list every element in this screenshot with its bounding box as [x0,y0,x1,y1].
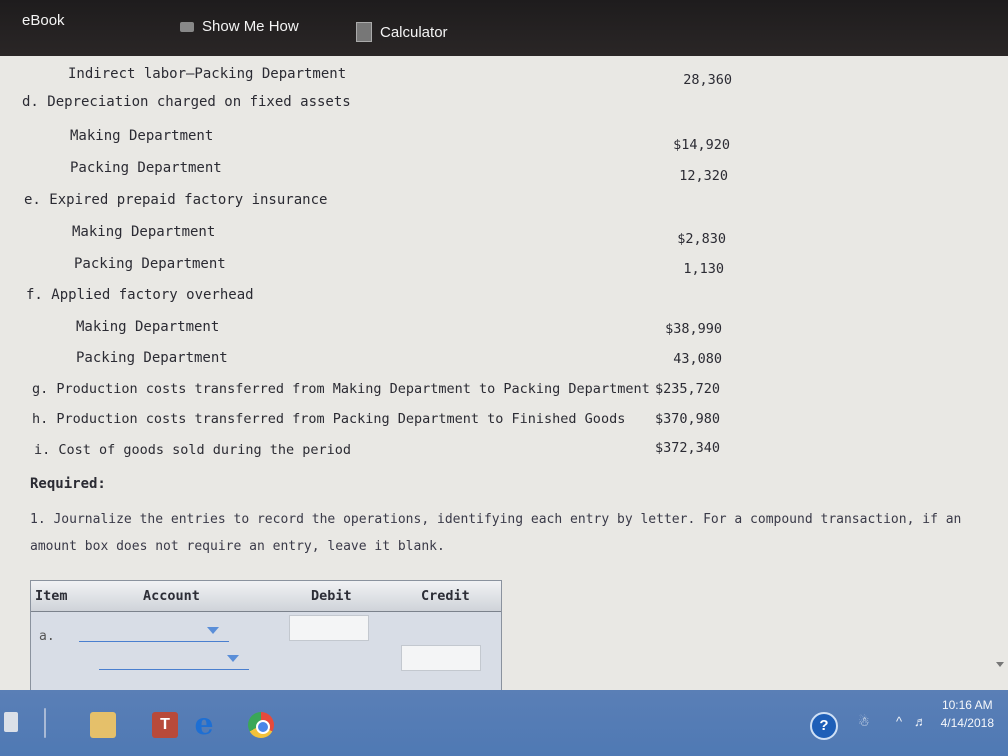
credit-input[interactable] [401,645,481,671]
line-amount: $2,830 [677,231,726,247]
journal-header: Item Account Debit Credit [31,581,501,612]
people-icon[interactable]: ☃ [858,714,870,730]
line-label: h. Production costs transferred from Pac… [32,411,626,427]
line-label: f. Applied factory overhead [26,287,254,303]
line-amount: $14,920 [673,137,730,153]
calculator-link[interactable]: Calculator [356,22,448,42]
line-amount: $38,990 [665,321,722,337]
header-account: Account [143,588,200,604]
ebook-label: eBook [22,12,65,29]
problem-content: Indirect labor—Packing Department 28,360… [0,56,1008,692]
chevron-down-icon [207,627,219,634]
os-taskbar: T e ? ☃ ^ ♬ 10:16 AM 4/14/2018 [0,690,1008,756]
edge-browser-icon[interactable]: e [190,710,218,740]
calculator-icon [356,22,372,42]
help-icon[interactable]: ? [810,712,838,740]
account-dropdown[interactable] [99,651,249,670]
required-heading: Required: [30,476,106,492]
header-credit: Credit [421,588,470,604]
line-label: Packing Department [76,350,228,366]
instruction-text: 1. Journalize the entries to record the … [30,512,962,554]
system-clock[interactable]: 10:16 AM 4/14/2018 [941,696,994,732]
line-label: Making Department [72,224,216,240]
line-label: g. Production costs transferred from Mak… [32,381,650,397]
chrome-browser-icon[interactable] [248,712,274,738]
clock-time: 10:16 AM [941,698,993,712]
header-item: Item [35,588,68,604]
line-label: e. Expired prepaid factory insurance [24,192,328,208]
calculator-label: Calculator [380,23,448,41]
scroll-down-arrow[interactable] [996,662,1004,667]
line-label: d. Depreciation charged on fixed assets [22,94,351,110]
line-amount: 1,130 [683,261,724,277]
show-me-how-label: Show Me How [202,18,299,35]
ebook-link[interactable]: eBook [22,12,65,29]
line-amount: 28,360 [683,72,732,88]
top-toolbar: eBook Show Me How Calculator [0,0,1008,56]
show-me-how-link[interactable]: Show Me How [180,18,299,35]
line-amount: $372,340 [654,440,720,456]
line-label: Making Department [70,128,214,144]
line-label: i. Cost of goods sold during the period [34,442,351,458]
line-label: Indirect labor—Packing Department [68,66,347,82]
chevron-down-icon [227,655,239,662]
line-amount: $235,720 [654,381,720,397]
debit-input[interactable] [289,615,369,641]
video-icon [180,21,194,32]
file-explorer-icon[interactable] [90,712,116,738]
t-app-icon[interactable]: T [152,712,178,738]
chevron-up-icon[interactable]: ^ [896,714,902,729]
header-debit: Debit [311,588,352,604]
line-label: Packing Department [74,256,226,272]
account-dropdown[interactable] [79,623,229,642]
line-label: Packing Department [70,160,222,176]
journal-table: Item Account Debit Credit a. [30,580,502,692]
line-amount: 12,320 [679,168,728,184]
line-amount: 43,080 [673,351,722,367]
power-plug-icon[interactable] [4,712,18,732]
volume-icon[interactable]: ♬ [914,714,927,729]
line-label: Making Department [76,319,220,335]
clock-date: 4/14/2018 [940,716,994,730]
taskbar-divider [44,708,46,738]
line-amount: $370,980 [654,411,720,427]
row-item-label: a. [39,629,55,644]
